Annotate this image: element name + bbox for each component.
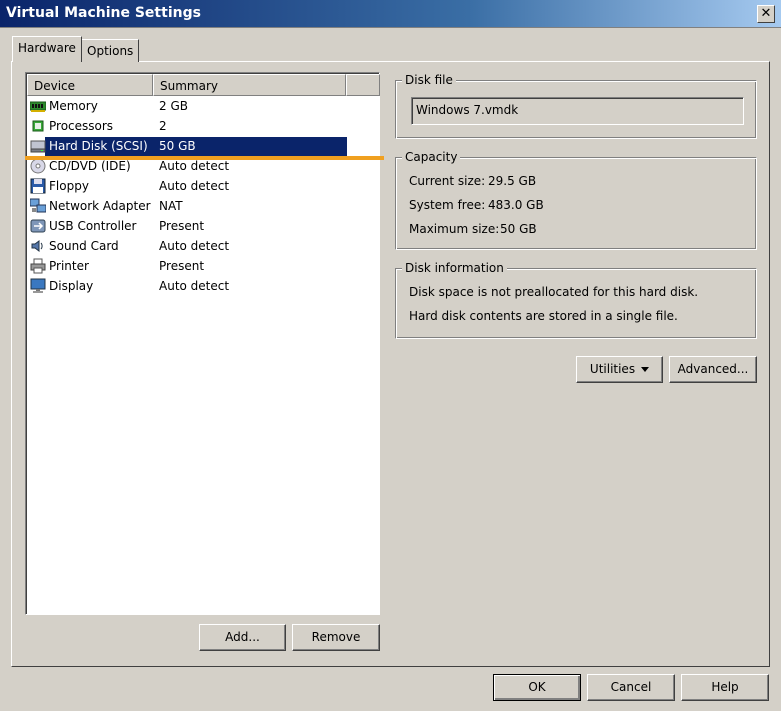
printer-icon [30, 258, 46, 274]
maximum-size-value: 50 GB [500, 222, 537, 236]
device-row[interactable]: Hard Disk (SCSI) 50 GB [27, 136, 377, 156]
disk-info-line-1: Disk space is not preallocated for this … [409, 285, 699, 299]
device-summary: NAT [159, 199, 183, 213]
maximum-size-label: Maximum size: [409, 222, 500, 236]
cd-dvd-icon [30, 158, 46, 174]
processor-icon [30, 118, 46, 134]
cancel-button[interactable]: Cancel [587, 674, 675, 701]
add-device-label: Add... [225, 630, 260, 644]
add-device-button[interactable]: Add... [199, 624, 286, 651]
memory-icon [30, 98, 46, 114]
device-summary: 2 [159, 119, 167, 133]
device-summary: 50 GB [159, 139, 196, 153]
help-button[interactable]: Help [681, 674, 769, 701]
network-adapter-icon [30, 198, 46, 214]
device-name: Network Adapter [49, 199, 151, 213]
floppy-icon [30, 178, 46, 194]
device-summary: Present [159, 259, 205, 273]
device-name: USB Controller [49, 219, 137, 233]
close-button[interactable]: ✕ [757, 5, 775, 23]
capacity-group: Capacity Current size: 29.5 GB System fr… [395, 150, 757, 250]
system-free-label: System free: [409, 198, 486, 212]
window-title: Virtual Machine Settings [6, 5, 201, 21]
device-summary: 2 GB [159, 99, 188, 113]
system-free-value: 483.0 GB [488, 198, 544, 212]
disk-info-line-2: Hard disk contents are stored in a singl… [409, 309, 678, 323]
column-header-summary[interactable]: Summary [153, 74, 346, 96]
title-bar: Virtual Machine Settings ✕ [0, 0, 781, 28]
device-summary: Auto detect [159, 159, 230, 173]
disk-information-title: Disk information [402, 261, 507, 275]
tab-hardware[interactable]: Hardware [12, 36, 82, 62]
device-row[interactable]: USB Controller Present [27, 216, 377, 236]
advanced-label: Advanced... [677, 362, 749, 376]
utilities-button[interactable]: Utilities [576, 356, 663, 383]
device-summary: Auto detect [159, 239, 230, 253]
device-name: Memory [49, 99, 98, 113]
remove-device-label: Remove [311, 630, 361, 644]
column-header-device[interactable]: Device [27, 74, 153, 96]
device-row[interactable]: Processors 2 [27, 116, 377, 136]
device-summary: Auto detect [159, 279, 230, 293]
column-header-filler [346, 74, 380, 96]
current-size-value: 29.5 GB [488, 174, 537, 188]
usb-icon [30, 218, 46, 234]
current-size-label: Current size: [409, 174, 486, 188]
focus-indicator [25, 156, 384, 160]
dropdown-arrow-icon [641, 367, 650, 372]
disk-information-group: Disk information Disk space is not preal… [395, 261, 757, 339]
hard-disk-icon [30, 138, 46, 154]
device-name: CD/DVD (IDE) [49, 159, 131, 173]
device-row[interactable]: Printer Present [27, 256, 377, 276]
capacity-title: Capacity [402, 150, 461, 164]
device-summary: Present [159, 219, 205, 233]
device-row[interactable]: Network Adapter NAT [27, 196, 377, 216]
close-icon: ✕ [760, 6, 772, 21]
device-summary: Auto detect [159, 179, 230, 193]
disk-file-field[interactable]: Windows 7.vmdk [411, 97, 744, 125]
tab-options[interactable]: Options [81, 39, 140, 62]
ok-button[interactable]: OK [493, 674, 581, 701]
device-row[interactable]: Memory 2 GB [27, 96, 377, 116]
device-name: Hard Disk (SCSI) [49, 139, 148, 153]
display-icon [30, 278, 46, 294]
device-name: Sound Card [49, 239, 119, 253]
sound-card-icon [30, 238, 46, 254]
device-row[interactable]: Display Auto detect [27, 276, 377, 296]
device-name: Floppy [49, 179, 89, 193]
device-row[interactable]: Floppy Auto detect [27, 176, 377, 196]
utilities-label: Utilities [589, 362, 636, 376]
device-name: Display [49, 279, 94, 293]
advanced-button[interactable]: Advanced... [669, 356, 757, 383]
device-list-header: Device Summary [27, 74, 380, 96]
device-row[interactable]: Sound Card Auto detect [27, 236, 377, 256]
disk-file-group: Disk file Windows 7.vmdk [395, 73, 757, 139]
remove-device-button[interactable]: Remove [292, 624, 380, 651]
device-name: Printer [49, 259, 89, 273]
disk-file-title: Disk file [402, 73, 456, 87]
device-name: Processors [49, 119, 114, 133]
